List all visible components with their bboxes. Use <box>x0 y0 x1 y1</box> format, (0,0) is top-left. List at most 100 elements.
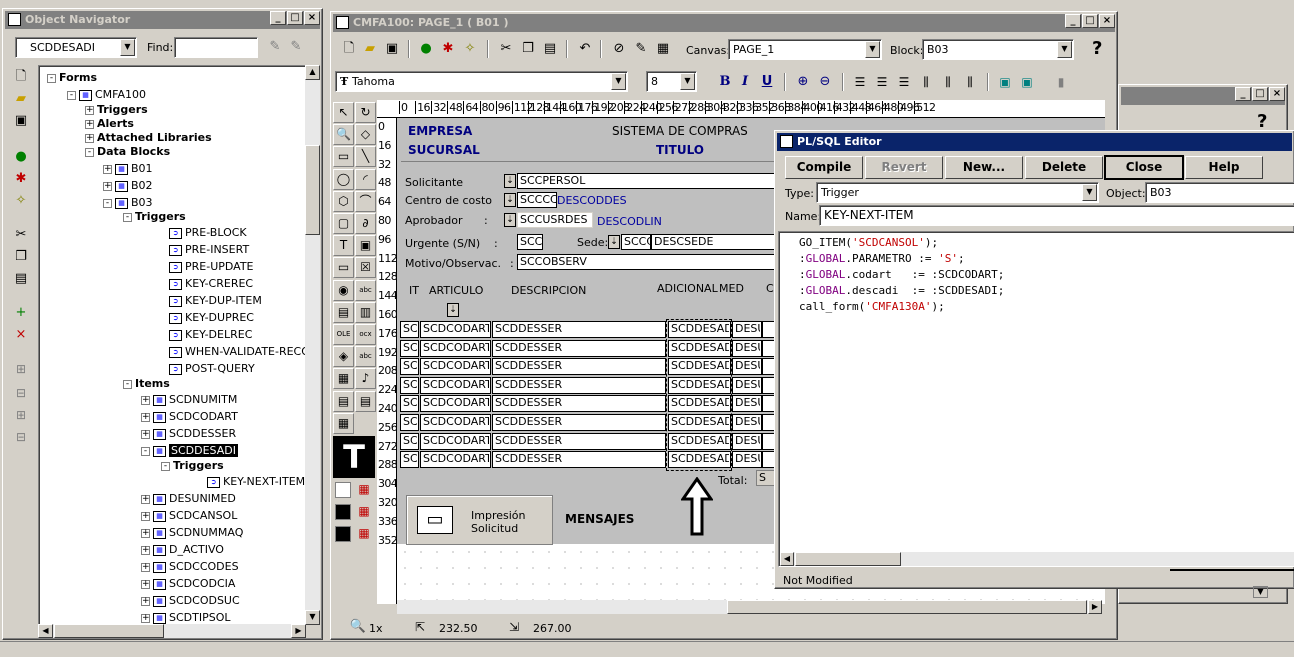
editor-wizard-icon[interactable]: ✧ <box>461 40 479 58</box>
object-select[interactable]: B03 <box>1145 182 1294 203</box>
tree-node[interactable]: ➲ POST-QUERY <box>157 362 255 379</box>
tree-node[interactable]: + ▦ SCDCODART <box>141 410 238 427</box>
navigator-object-combo[interactable]: SCDDESADI ▼ <box>15 37 137 58</box>
item-row-field[interactable]: SCDCODART <box>420 395 491 413</box>
zoom-in-icon[interactable]: ⊕ <box>794 73 812 91</box>
canvas-scroll-right-icon[interactable]: ▶ <box>1088 600 1102 614</box>
save-icon[interactable]: ▣ <box>12 112 30 130</box>
editor-debug-icon[interactable]: ✱ <box>439 40 457 58</box>
item-row-field[interactable]: SCI <box>400 432 419 450</box>
underline-icon[interactable]: U <box>758 73 776 91</box>
run-icon[interactable]: ● <box>12 148 30 166</box>
font-select[interactable]: Ŧ Tahoma ▼ <box>335 71 628 92</box>
collapse-node-icon[interactable]: - <box>161 461 170 471</box>
editor-maximize-button[interactable]: □ <box>1082 14 1098 28</box>
paste-icon[interactable]: ▤ <box>12 270 30 288</box>
help-button[interactable]: Help <box>1185 156 1263 179</box>
tree-node[interactable]: - Data Blocks <box>85 145 170 162</box>
expand-node-icon[interactable]: + <box>141 494 150 504</box>
item-row-field[interactable]: SCDDESSER <box>492 321 666 338</box>
polyline-tool-icon[interactable]: ⌒ <box>355 190 376 212</box>
italic-icon[interactable]: I <box>736 73 754 91</box>
impresion-button[interactable]: ▭ Impresión Solicitud <box>406 495 553 545</box>
close-button[interactable]: × <box>304 11 320 25</box>
plsql-horizontal-scrollbar[interactable]: ◀ <box>780 552 1294 566</box>
arc-tool-icon[interactable]: ◜ <box>355 168 376 190</box>
type-select[interactable]: Trigger ▼ <box>816 182 1099 203</box>
polygon-tool-icon[interactable]: ⬡ <box>333 190 354 212</box>
tree-node[interactable]: + ▦ B01 <box>103 162 153 179</box>
item-row-field[interactable]: SCI <box>400 339 419 357</box>
scroll-thumb[interactable] <box>305 145 320 235</box>
item-row-field[interactable]: DESU <box>732 339 762 357</box>
chart-tool-icon[interactable]: ▤ <box>333 301 354 323</box>
item-row-field[interactable]: SCI <box>400 451 419 469</box>
line-color-swatch[interactable] <box>335 504 351 520</box>
expand-icon[interactable]: ⊞ <box>12 360 30 378</box>
editor-edit-icon[interactable]: ✎ <box>632 40 650 58</box>
new-button[interactable]: New... <box>945 156 1023 179</box>
tree-node[interactable]: + ▦ SCDCCODES <box>141 560 239 577</box>
expand-node-icon[interactable]: + <box>141 579 150 589</box>
item-row-field[interactable]: SCDDESSER <box>492 451 666 469</box>
block-select[interactable]: B03 ▼ <box>922 39 1074 60</box>
expand-node-icon[interactable]: + <box>85 105 94 115</box>
canvas-h-thumb[interactable] <box>727 600 1087 614</box>
editor-run-icon[interactable]: ● <box>417 40 435 58</box>
checkbox-tool-icon[interactable]: ☒ <box>355 257 376 279</box>
editor-minimize-button[interactable]: _ <box>1065 14 1081 28</box>
canvas-chevron-down-icon[interactable]: ▼ <box>865 41 880 58</box>
item-row-field[interactable]: SCDDESSER <box>492 414 666 431</box>
editor-properties-icon[interactable]: ▦ <box>654 40 672 58</box>
expand-all-icon[interactable]: ⊞ <box>12 406 30 424</box>
create-icon[interactable]: + <box>12 304 30 322</box>
tree-node[interactable]: + ▦ SCDNUMMAQ <box>141 526 243 543</box>
sccc-field[interactable]: SCCC <box>621 234 651 250</box>
editor-copy-icon[interactable]: ❐ <box>519 40 537 58</box>
expand-node-icon[interactable]: + <box>141 429 150 439</box>
type-chevron-down-icon[interactable]: ▼ <box>1082 184 1097 201</box>
align-middle-icon[interactable]: ⫼ <box>939 73 957 91</box>
collapse-node-icon[interactable]: - <box>141 446 150 456</box>
tree-node[interactable]: + ▦ SCDCODSUC <box>141 594 240 611</box>
tree-node[interactable]: ➲ PRE-BLOCK <box>157 226 247 243</box>
frame-tool-icon[interactable]: ▣ <box>355 235 376 257</box>
item-row-field[interactable]: SCI <box>400 376 419 394</box>
navigator-horizontal-scrollbar[interactable]: ◀ ▶ <box>38 624 306 638</box>
expand-node-icon[interactable]: + <box>141 412 150 422</box>
item-row-field[interactable]: DESU <box>732 395 762 413</box>
navigator-vertical-scrollbar[interactable]: ▲ ▼ <box>305 65 320 625</box>
tree-node[interactable]: ➲ PRE-UPDATE <box>157 260 254 277</box>
tree-node[interactable]: + ▦ SCDCANSOL <box>141 509 237 526</box>
bold-icon[interactable]: B <box>716 73 734 91</box>
tree-node[interactable]: - Triggers <box>161 459 224 476</box>
canvas-horizontal-scrollbar[interactable]: ▶ <box>397 600 1102 614</box>
freehand-tool-icon[interactable]: ∂ <box>355 213 376 234</box>
collapse-node-icon[interactable]: - <box>123 379 132 389</box>
align-left-icon[interactable]: ☰ <box>851 73 869 91</box>
minimize-button[interactable]: _ <box>270 11 286 25</box>
item-row-field[interactable]: SCI <box>400 321 419 338</box>
font-size-select[interactable]: 8 ▼ <box>646 71 697 92</box>
debug-icon[interactable]: ✱ <box>12 170 30 188</box>
collapse-node-icon[interactable]: - <box>123 212 132 222</box>
lov-button-1[interactable]: ⇣ <box>504 174 516 188</box>
expand-node-icon[interactable]: + <box>141 562 150 572</box>
expand-node-icon[interactable]: + <box>103 164 112 174</box>
item-row-field[interactable]: SCI <box>400 358 419 376</box>
delete-button[interactable]: Delete <box>1025 156 1103 179</box>
stack-tool-icon[interactable]: ▦ <box>333 412 354 434</box>
expand-node-icon[interactable]: + <box>141 613 150 623</box>
editor-undo-icon[interactable]: ↶ <box>576 40 594 58</box>
item-row-field[interactable]: SCDCODART <box>420 376 491 394</box>
compile-button[interactable]: Compile <box>785 156 863 179</box>
expand-node-icon[interactable]: + <box>141 395 150 405</box>
tree-node[interactable]: - Forms <box>47 71 97 88</box>
text-color-swatch[interactable] <box>335 526 351 542</box>
expand-node-icon[interactable]: + <box>85 119 94 129</box>
item-row-field[interactable]: SCDCODART <box>420 358 491 376</box>
find-previous-icon[interactable]: ✎ <box>266 38 284 56</box>
collapse-node-icon[interactable]: - <box>103 198 112 208</box>
editor-cut-icon[interactable]: ✂ <box>497 40 515 58</box>
tree-node[interactable]: ➲ KEY-CREREC <box>157 277 253 294</box>
